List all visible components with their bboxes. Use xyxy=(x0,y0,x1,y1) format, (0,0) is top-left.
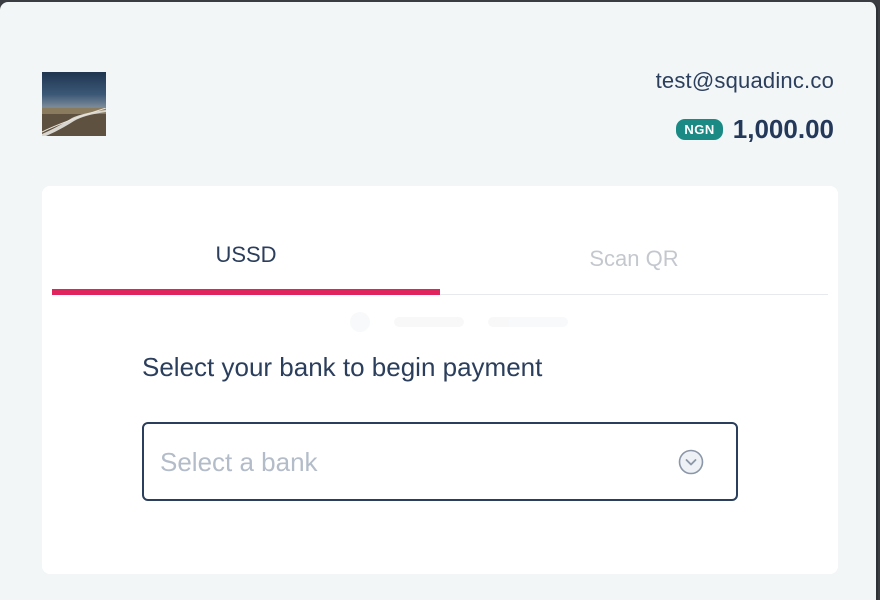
tab-scan-qr[interactable]: Scan QR xyxy=(440,226,828,294)
bank-select-placeholder: Select a bank xyxy=(160,447,318,477)
payment-method-tabs: USSD Scan QR xyxy=(52,226,828,295)
bank-select-dropdown[interactable]: Select a bank xyxy=(142,422,738,501)
merchant-logo-image xyxy=(42,108,106,136)
merchant-logo xyxy=(42,72,106,136)
currency-badge: NGN xyxy=(676,119,723,140)
amount-row: NGN 1,000.00 xyxy=(676,114,834,145)
bank-instruction: Select your bank to begin payment xyxy=(142,352,543,382)
payment-card: USSD Scan QR Select your bank to begin p… xyxy=(42,186,838,574)
payment-modal: test@squadinc.co NGN 1,000.00 USSD Scan … xyxy=(0,2,878,600)
faded-placeholder xyxy=(350,312,610,332)
chevron-down-icon xyxy=(678,449,704,475)
customer-email: test@squadinc.co xyxy=(655,68,834,93)
payment-amount: 1,000.00 xyxy=(732,114,834,144)
tab-ussd[interactable]: USSD xyxy=(52,226,440,295)
